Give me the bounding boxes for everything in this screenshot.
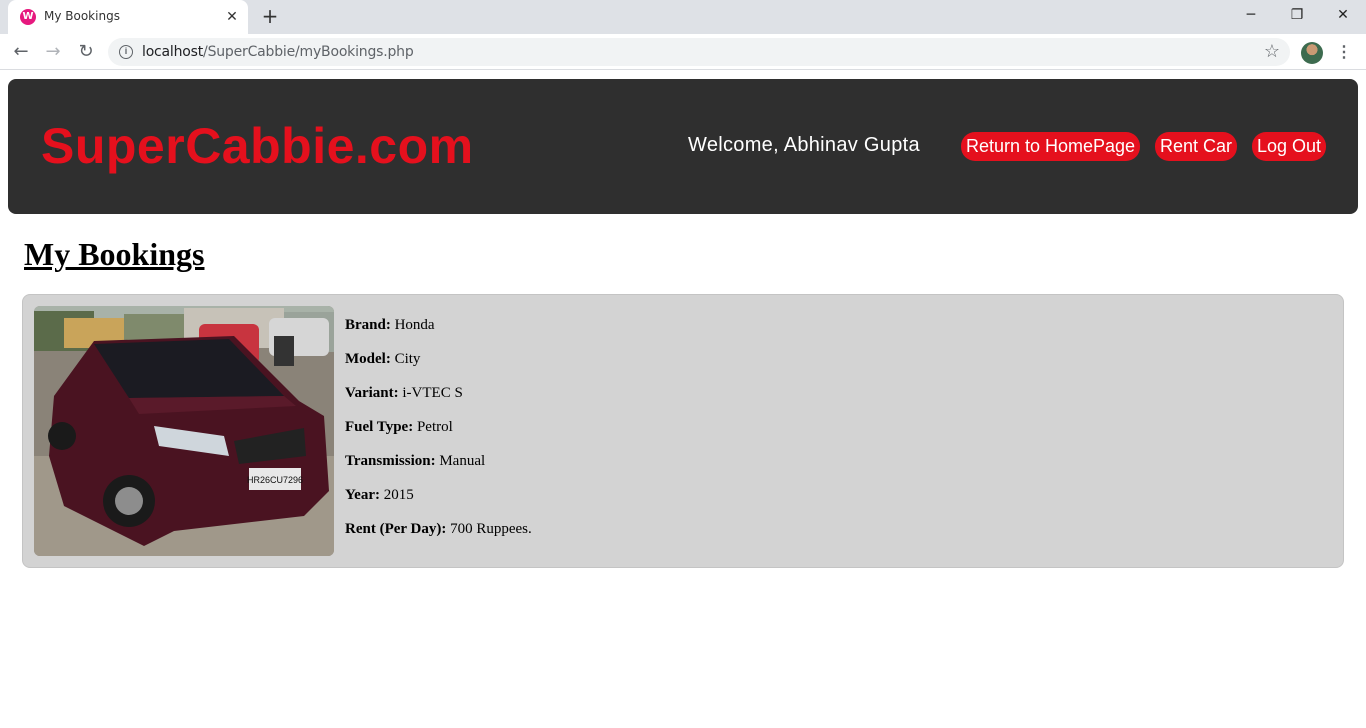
detail-year: Year: 2015 (345, 487, 414, 503)
wamp-favicon-icon: W (20, 9, 36, 25)
browser-menu-icon[interactable]: ⋮ (1336, 42, 1352, 64)
bookmark-star-icon[interactable]: ☆ (1264, 41, 1280, 62)
return-homepage-button[interactable]: Return to HomePage (961, 132, 1140, 161)
car-photo: HR26CU7296 (34, 306, 334, 556)
tab-title: My Bookings (44, 9, 120, 23)
minimize-icon[interactable]: ─ (1228, 0, 1274, 30)
browser-toolbar: ← → ↻ i localhost/SuperCabbie/myBookings… (0, 34, 1366, 70)
profile-avatar[interactable] (1301, 42, 1323, 64)
page-title: My Bookings (24, 236, 205, 272)
detail-variant: Variant: i-VTEC S (345, 385, 463, 401)
url-text[interactable]: localhost/SuperCabbie/myBookings.php (142, 44, 414, 60)
browser-tab[interactable]: W My Bookings ✕ (8, 0, 248, 34)
new-tab-icon[interactable]: + (260, 6, 280, 26)
detail-brand: Brand: Honda (345, 317, 435, 333)
browser-tabstrip: W My Bookings ✕ + ─ ❐ ✕ (0, 0, 1366, 34)
detail-fuel-type: Fuel Type: Petrol (345, 419, 453, 435)
window-close-icon[interactable]: ✕ (1320, 0, 1366, 30)
info-icon[interactable]: i (119, 45, 133, 59)
rent-car-button[interactable]: Rent Car (1155, 132, 1237, 161)
reload-icon[interactable]: ↻ (74, 41, 98, 63)
site-header: SuperCabbie.com Welcome, Abhinav Gupta R… (8, 79, 1358, 214)
tab-close-icon[interactable]: ✕ (224, 8, 240, 24)
booking-details: Brand: Honda Model: City Variant: i-VTEC… (345, 315, 532, 553)
restore-icon[interactable]: ❐ (1274, 0, 1320, 30)
log-out-button[interactable]: Log Out (1252, 132, 1326, 161)
back-icon[interactable]: ← (9, 41, 33, 63)
site-logo[interactable]: SuperCabbie.com (41, 117, 474, 175)
detail-rent-per-day: Rent (Per Day): 700 Ruppees. (345, 521, 532, 537)
forward-icon[interactable]: → (41, 41, 65, 63)
detail-model: Model: City (345, 351, 421, 367)
address-bar[interactable]: i localhost/SuperCabbie/myBookings.php ☆ (108, 38, 1290, 66)
booking-card: HR26CU7296 Brand: Honda Model: City Vari… (22, 294, 1344, 568)
license-plate: HR26CU7296 (247, 475, 303, 485)
detail-transmission: Transmission: Manual (345, 453, 486, 469)
welcome-message: Welcome, Abhinav Gupta (688, 134, 920, 156)
